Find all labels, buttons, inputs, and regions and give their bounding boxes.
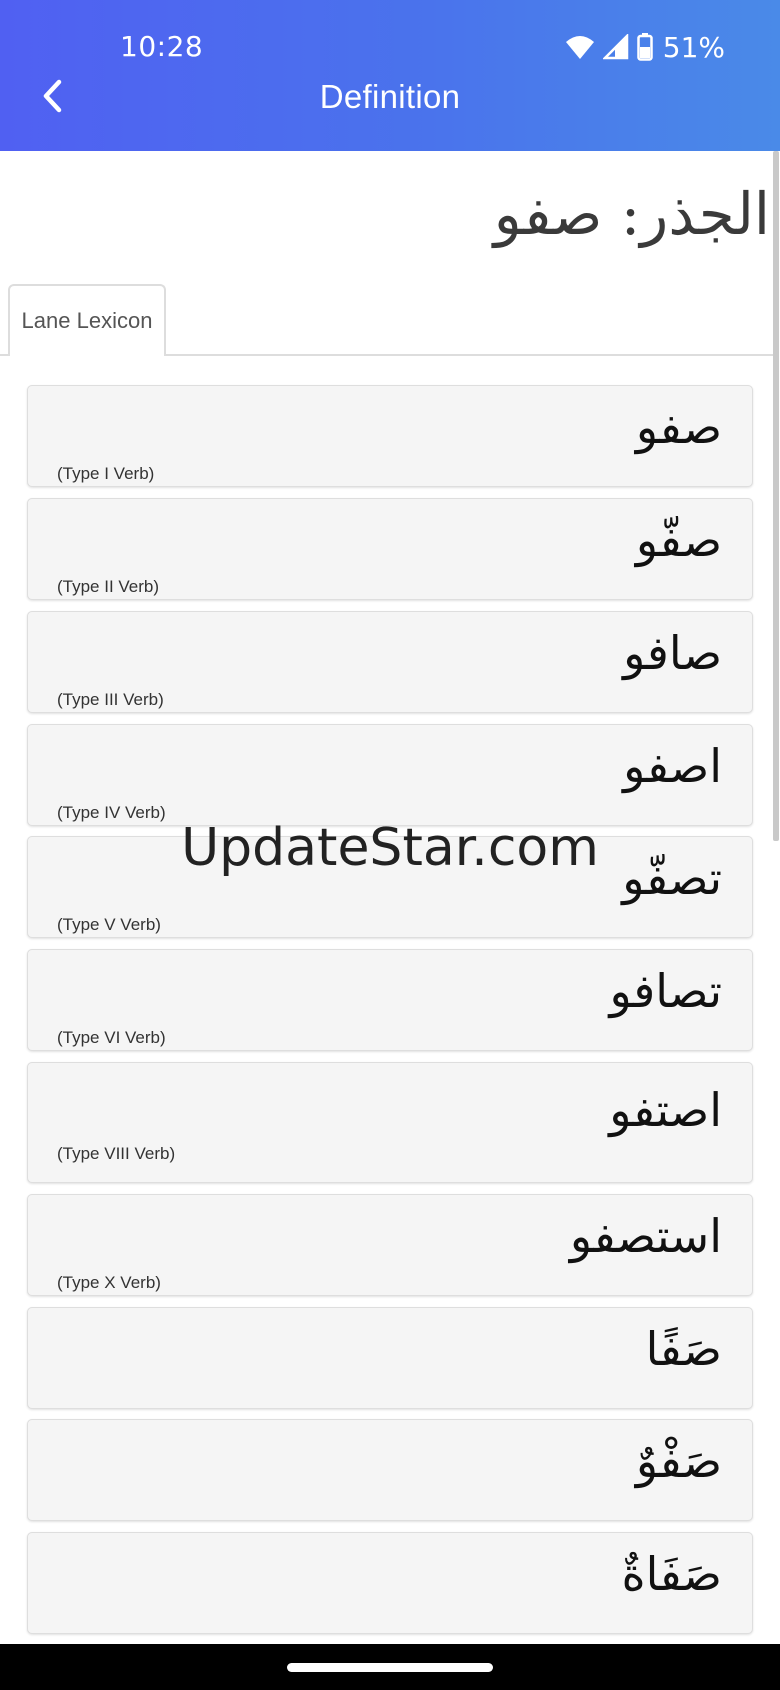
entry-word: صفو xyxy=(635,400,722,454)
scrollbar[interactable] xyxy=(773,151,779,841)
entry-verb-type: (Type V Verb) xyxy=(57,915,161,934)
list-item[interactable]: اصفو (Type IV Verb) xyxy=(27,724,753,826)
list-item[interactable]: صَفَاةٌ xyxy=(27,1532,753,1634)
entry-word: استصفو xyxy=(569,1209,722,1263)
entry-verb-type: (Type IV Verb) xyxy=(57,803,166,822)
list-item[interactable]: صفّو (Type II Verb) xyxy=(27,498,753,600)
list-item[interactable]: صَفًا xyxy=(27,1307,753,1409)
status-icons: 51% xyxy=(565,30,725,64)
battery-icon xyxy=(637,33,653,61)
list-item[interactable]: صَفْوٌ xyxy=(27,1419,753,1521)
entry-word: اصتفو xyxy=(609,1083,722,1137)
entry-verb-type: (Type I Verb) xyxy=(57,464,155,483)
entry-verb-type: (Type X Verb) xyxy=(57,1273,161,1292)
entry-word: صفّو xyxy=(635,513,722,567)
list-item[interactable]: تصفّو (Type V Verb) xyxy=(27,836,753,938)
list-item[interactable]: صفو (Type I Verb) xyxy=(27,385,753,487)
app-header: 10:28 51% Definition xyxy=(0,0,780,151)
entry-word: اصفو xyxy=(623,739,722,793)
list-item[interactable]: صافو (Type III Verb) xyxy=(27,611,753,713)
entry-verb-type: (Type III Verb) xyxy=(57,690,164,709)
status-time: 10:28 xyxy=(120,30,204,63)
tab-bar: Lane Lexicon xyxy=(0,284,775,358)
entry-word: تصفّو xyxy=(622,851,722,905)
battery-percent: 51% xyxy=(662,30,725,64)
page-title: Definition xyxy=(319,78,461,115)
cell-signal-icon xyxy=(602,34,629,60)
list-item[interactable]: اصتفو (Type VIII Verb) xyxy=(27,1062,753,1183)
system-nav-bar xyxy=(0,1644,780,1690)
entry-word: صَفًا xyxy=(645,1322,722,1376)
entry-word: صَفَاةٌ xyxy=(621,1547,722,1601)
list-item[interactable]: تصافو (Type VI Verb) xyxy=(27,949,753,1051)
entry-verb-type: (Type VIII Verb) xyxy=(57,1144,176,1163)
root-heading: الجذر: صفو xyxy=(493,180,770,248)
entry-word: صَفْوٌ xyxy=(635,1434,722,1488)
home-indicator[interactable] xyxy=(287,1663,493,1672)
entry-word: صافو xyxy=(623,626,722,680)
list-item[interactable]: استصفو (Type X Verb) xyxy=(27,1194,753,1296)
screen: 10:28 51% Definition الجذر: صفو Lane Lex… xyxy=(0,0,780,1690)
entry-verb-type: (Type VI Verb) xyxy=(57,1028,166,1047)
entry-word: تصافو xyxy=(609,964,722,1018)
entry-verb-type: (Type II Verb) xyxy=(57,577,160,596)
wifi-icon xyxy=(565,34,595,60)
tab-lane-lexicon[interactable]: Lane Lexicon xyxy=(8,284,166,358)
